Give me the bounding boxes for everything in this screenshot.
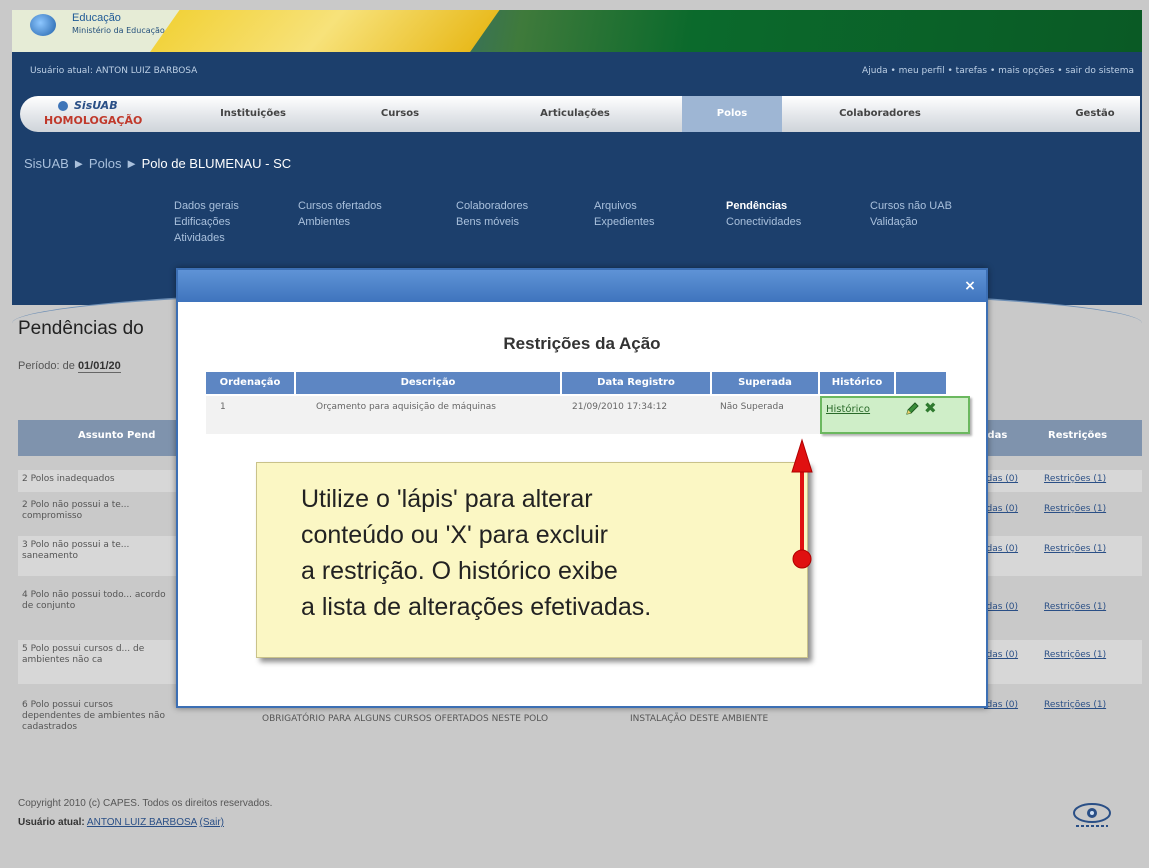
- brand-subtitle: Ministério da Educação: [72, 26, 165, 35]
- submenu-bens-moveis[interactable]: Bens móveis: [456, 216, 519, 228]
- system-name: SisUAB: [74, 99, 118, 112]
- modal-heading: Restrições da Ação: [503, 334, 661, 353]
- row-link-restricoes[interactable]: Restrições (1): [1044, 602, 1106, 612]
- nav-tab-polos[interactable]: Polos: [682, 96, 782, 132]
- callout-text: Utilize o 'lápis' para alterar conteúdo …: [301, 485, 652, 621]
- eye-logo-icon: [1073, 803, 1111, 827]
- tutorial-callout: Utilize o 'lápis' para alterar conteúdo …: [256, 462, 808, 658]
- period-label: Período: de: [18, 360, 75, 372]
- submenu-expedientes[interactable]: Expedientes: [594, 216, 655, 228]
- column-restricoes: Restrições: [1048, 430, 1108, 441]
- row-link-restricoes[interactable]: Restrições (1): [1044, 544, 1106, 554]
- column-historico[interactable]: Histórico: [820, 372, 896, 394]
- page-title: Pendências do: [18, 318, 144, 339]
- breadcrumb: SisUAB ► Polos ► Polo de BLUMENAU - SC: [24, 156, 291, 171]
- top-banner: Educação Ministério da Educação: [12, 10, 1142, 52]
- row-col-necessidade: OBRIGATÓRIO PARA ALGUNS CURSOS OFERTADOS…: [262, 714, 549, 724]
- column-data-registro[interactable]: Data Registro: [562, 372, 712, 394]
- history-actions-cell: Histórico ✖: [820, 396, 970, 434]
- submenu-validacao[interactable]: Validação: [870, 216, 918, 228]
- column-superada[interactable]: Superada: [712, 372, 820, 394]
- restriction-order: 1: [220, 402, 226, 412]
- row-link-idas[interactable]: idas (0): [984, 650, 1018, 660]
- footer: Copyright 2010 (c) CAPES. Todos os direi…: [18, 798, 272, 828]
- nav-tab-articulacoes[interactable]: Articulações: [520, 96, 630, 132]
- submenu-arquivos[interactable]: Arquivos: [594, 200, 637, 212]
- breadcrumb-separator: ►: [125, 156, 138, 171]
- row-subject: 2 Polo não possui a te... compromisso: [22, 500, 130, 521]
- row-link-idas[interactable]: idas (0): [984, 700, 1018, 710]
- breadcrumb-root[interactable]: SisUAB: [24, 156, 69, 171]
- sisuab-logo-icon: [58, 101, 68, 111]
- banner-yellow-stripe: [137, 10, 507, 52]
- breadcrumb-separator: ►: [72, 156, 86, 171]
- row-subject: 3 Polo não possui a te... saneamento: [22, 540, 130, 561]
- submenu-pendencias[interactable]: Pendências: [726, 200, 787, 212]
- row-link-restricoes[interactable]: Restrições (1): [1044, 700, 1106, 710]
- submenu-cursos-nao-uab[interactable]: Cursos não UAB: [870, 200, 952, 212]
- submenu-ambientes[interactable]: Ambientes: [298, 216, 350, 228]
- row-col-acao: INSTALAÇÃO DESTE AMBIENTE: [630, 714, 769, 724]
- restriction-description: Orçamento para aquisição de máquinas: [316, 402, 496, 412]
- row-subject: 2 Polos inadequados: [22, 474, 115, 484]
- copyright-text: Copyright 2010 (c) CAPES. Todos os direi…: [18, 798, 273, 809]
- nav-tab-gestao[interactable]: Gestão: [1060, 96, 1130, 132]
- row-subject: 6 Polo possui cursos dependentes de ambi…: [22, 700, 165, 732]
- restriction-status: Não Superada: [720, 402, 784, 412]
- main-nav: SisUAB HOMOLOGAÇÃO Instituições Cursos A…: [20, 96, 1140, 132]
- current-user-line: Usuário atual: ANTON LUIZ BARBOSA: [30, 66, 198, 76]
- submenu-atividades[interactable]: Atividades: [174, 232, 225, 244]
- row-subject: 4 Polo não possui todo... acordo de conj…: [22, 590, 166, 611]
- submenu-cursos-ofertados[interactable]: Cursos ofertados: [298, 200, 382, 212]
- table-row: 1 Orçamento para aquisição de máquinas 2…: [206, 396, 970, 434]
- row-link-idas[interactable]: idas (0): [984, 504, 1018, 514]
- close-icon[interactable]: ×: [962, 278, 978, 294]
- pointer-arrow-icon: [791, 438, 813, 569]
- row-link-restricoes[interactable]: Restrições (1): [1044, 474, 1106, 484]
- column-ordenacao[interactable]: Ordenação: [206, 372, 296, 394]
- breadcrumb-current: Polo de BLUMENAU - SC: [141, 156, 292, 171]
- brand-title: Educação: [72, 12, 121, 24]
- row-link-idas[interactable]: idas (0): [984, 544, 1018, 554]
- top-links[interactable]: Ajuda • meu perfil • tarefas • mais opçõ…: [862, 66, 1134, 76]
- breadcrumb-section[interactable]: Polos: [89, 156, 122, 171]
- submenu-colaboradores[interactable]: Colaboradores: [456, 200, 528, 212]
- footer-user-label: Usuário atual:: [18, 817, 85, 828]
- ministry-logo-icon: [30, 14, 56, 36]
- submenu-conectividades[interactable]: Conectividades: [726, 216, 801, 228]
- column-assunto: Assunto Pend: [78, 430, 156, 441]
- period-start-input[interactable]: 01/01/20: [77, 360, 121, 373]
- row-subject: 5 Polo possui cursos d... de ambientes n…: [22, 644, 145, 665]
- sisuab-logo[interactable]: SisUAB HOMOLOGAÇÃO: [44, 99, 164, 129]
- footer-user-line: Usuário atual: ANTON LUIZ BARBOSA (Sair): [18, 817, 272, 828]
- environment-label: HOMOLOGAÇÃO: [44, 114, 143, 127]
- restrictions-table-header: Ordenação Descrição Data Registro Supera…: [206, 372, 948, 394]
- nav-tab-colaboradores[interactable]: Colaboradores: [820, 96, 940, 132]
- modal-title-bar[interactable]: ×: [178, 270, 986, 302]
- row-link-restricoes[interactable]: Restrições (1): [1044, 650, 1106, 660]
- pencil-icon[interactable]: [904, 401, 920, 417]
- column-descricao[interactable]: Descrição: [296, 372, 562, 394]
- submenu-edificacoes[interactable]: Edificações: [174, 216, 230, 228]
- column-actions: [896, 372, 948, 394]
- nav-tab-cursos[interactable]: Cursos: [360, 96, 440, 132]
- row-link-idas[interactable]: idas (0): [984, 474, 1018, 484]
- submenu-dados-gerais[interactable]: Dados gerais: [174, 200, 239, 212]
- history-link[interactable]: Histórico: [826, 404, 870, 415]
- footer-user-link[interactable]: ANTON LUIZ BARBOSA: [87, 817, 197, 828]
- delete-x-icon[interactable]: ✖: [924, 399, 937, 417]
- period-filter: Período: de 01/01/20: [18, 360, 121, 373]
- logout-link[interactable]: (Sair): [200, 817, 224, 828]
- nav-tab-instituicoes[interactable]: Instituições: [198, 96, 308, 132]
- row-link-idas[interactable]: idas (0): [984, 602, 1018, 612]
- row-link-restricoes[interactable]: Restrições (1): [1044, 504, 1106, 514]
- restriction-date: 21/09/2010 17:34:12: [572, 402, 668, 412]
